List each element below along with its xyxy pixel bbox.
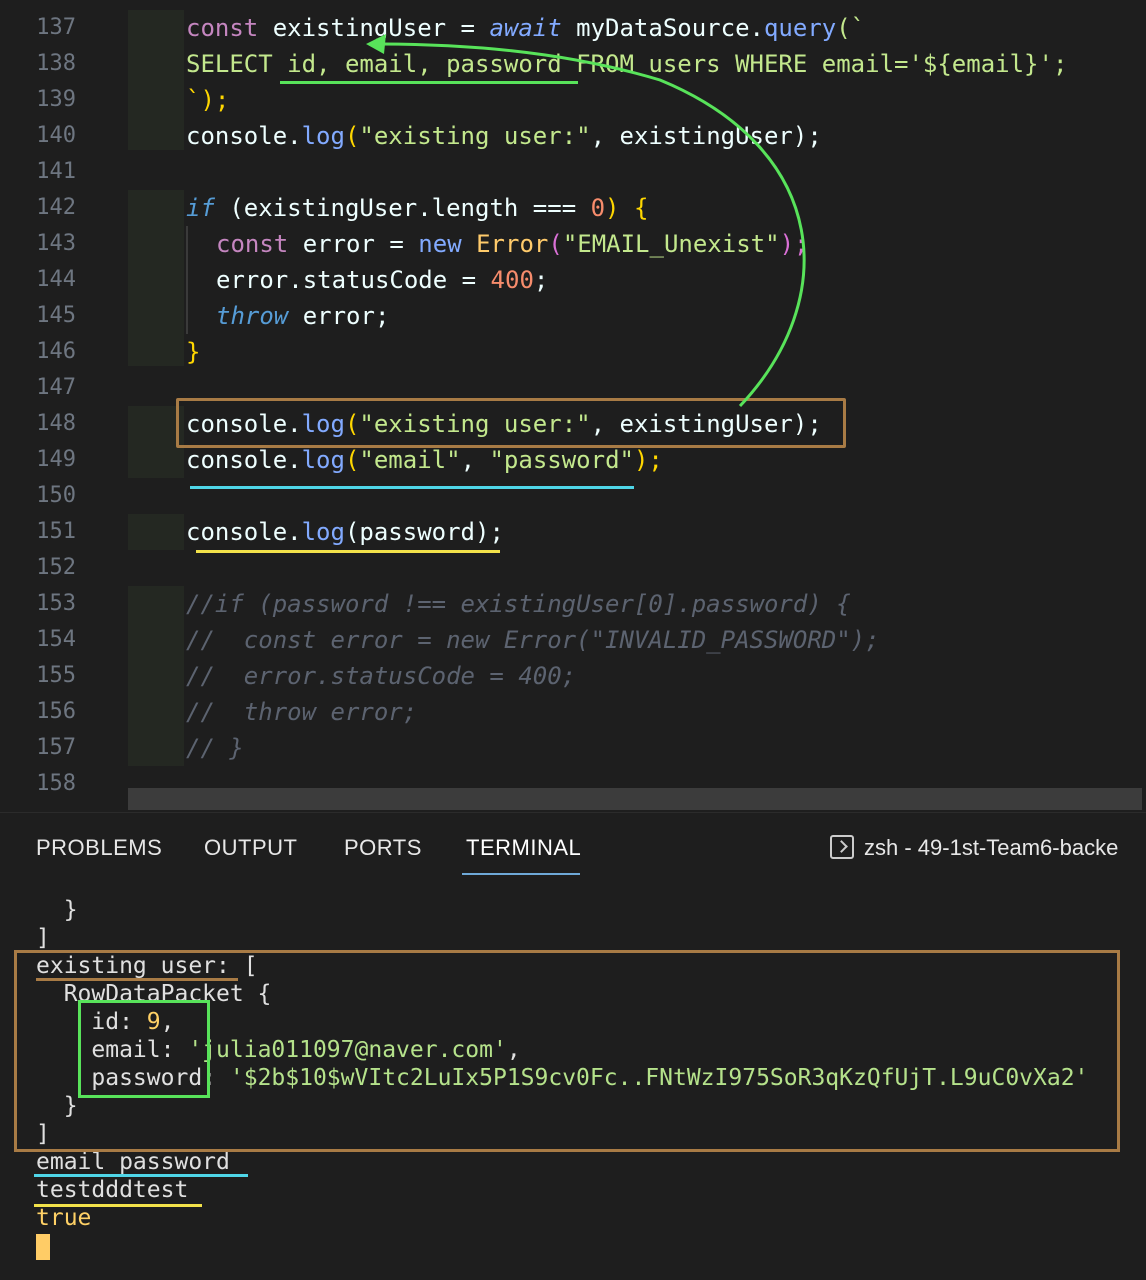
line-number: 145 [36,303,76,328]
panel-tabs: PROBLEMS OUTPUT PORTS TERMINAL zsh - 49-… [0,813,1146,883]
terminal-line: id: 9, [36,1009,175,1035]
horizontal-scrollbar[interactable] [128,788,1142,810]
line-number: 157 [36,735,76,760]
line-number: 142 [36,195,76,220]
code-line-156[interactable]: 156 // throw error; [0,694,1146,730]
tab-output[interactable]: OUTPUT [204,835,297,861]
line-number: 137 [36,15,76,40]
tab-terminal[interactable]: TERMINAL [466,835,581,861]
line-number: 139 [36,87,76,112]
line-number: 149 [36,447,76,472]
code-line-142[interactable]: 142 if (existingUser.length === 0) { [0,190,1146,226]
line-number: 155 [36,663,76,688]
terminal-line: } [36,897,78,923]
terminal-line: ] [36,1121,50,1147]
keyword-const: const [186,14,259,42]
code-line-144[interactable]: 144 error.statusCode = 400; [0,262,1146,298]
line-number: 147 [36,375,76,400]
code-line-157[interactable]: 157 // } [0,730,1146,766]
line-number: 140 [36,123,76,148]
active-tab-indicator [462,873,580,875]
line-number: 151 [36,519,76,544]
code-line-148[interactable]: 148 console.log("existing user:", existi… [0,406,1146,442]
line-number: 138 [36,51,76,76]
code-line-155[interactable]: 155 // error.statusCode = 400; [0,658,1146,694]
code-line-149[interactable]: 149 console.log("email", "password"); [0,442,1146,478]
code-line-152[interactable]: 152 [0,550,1146,586]
code-line-137[interactable]: 137 const existingUser = await myDataSou… [0,10,1146,46]
code-line-150[interactable]: 150 [0,478,1146,514]
terminal-icon [830,835,854,860]
line-number: 150 [36,483,76,508]
code-line-146[interactable]: 146 } [0,334,1146,370]
line-number: 152 [36,555,76,580]
code-line-140[interactable]: 140 console.log("existing user:", existi… [0,118,1146,154]
code-line-139[interactable]: 139 `); [0,82,1146,118]
code-line-145[interactable]: 145 throw error; [0,298,1146,334]
terminal-name: zsh - 49-1st-Team6-backe [864,835,1119,860]
tab-ports[interactable]: PORTS [344,835,422,861]
code-line-141[interactable]: 141 [0,154,1146,190]
sql-query-text: SELECT id, email, password FROM users WH… [186,50,1068,78]
line-number: 156 [36,699,76,724]
code-editor[interactable]: 137 const existingUser = await myDataSou… [0,0,1146,812]
code-line-138[interactable]: 138 SELECT id, email, password FROM user… [0,46,1146,82]
terminal-cursor [36,1234,50,1260]
tab-problems[interactable]: PROBLEMS [36,835,162,861]
terminal-line: } [36,1093,78,1119]
code-line-143[interactable]: 143 const error = new Error("EMAIL_Unexi… [0,226,1146,262]
line-number: 154 [36,627,76,652]
line-number: 144 [36,267,76,292]
line-number: 148 [36,411,76,436]
terminal-line: email password [36,1149,230,1175]
code-line-147[interactable]: 147 [0,370,1146,406]
line-number: 146 [36,339,76,364]
terminal-line: existing user: [ [36,953,258,979]
terminal-line: password: '$2b$10$wVItc2LuIx5P1S9cv0Fc..… [36,1065,1089,1091]
line-number: 141 [36,159,76,184]
terminal-line: ] [36,925,50,951]
terminal-line: email: 'julia011097@naver.com', [36,1037,521,1063]
terminal-line: RowDataPacket { [36,981,272,1007]
code-line-154[interactable]: 154 // const error = new Error("INVALID_… [0,622,1146,658]
code-line-151[interactable]: 151 console.log(password); [0,514,1146,550]
line-number: 158 [36,771,76,796]
line-number: 153 [36,591,76,616]
terminal-selector[interactable]: zsh - 49-1st-Team6-backe [830,835,1118,861]
terminal-line: true [36,1205,92,1231]
code-line-153[interactable]: 153 //if (password !== existingUser[0].p… [0,586,1146,622]
line-number: 143 [36,231,76,256]
terminal-line: testdddtest [36,1177,189,1203]
